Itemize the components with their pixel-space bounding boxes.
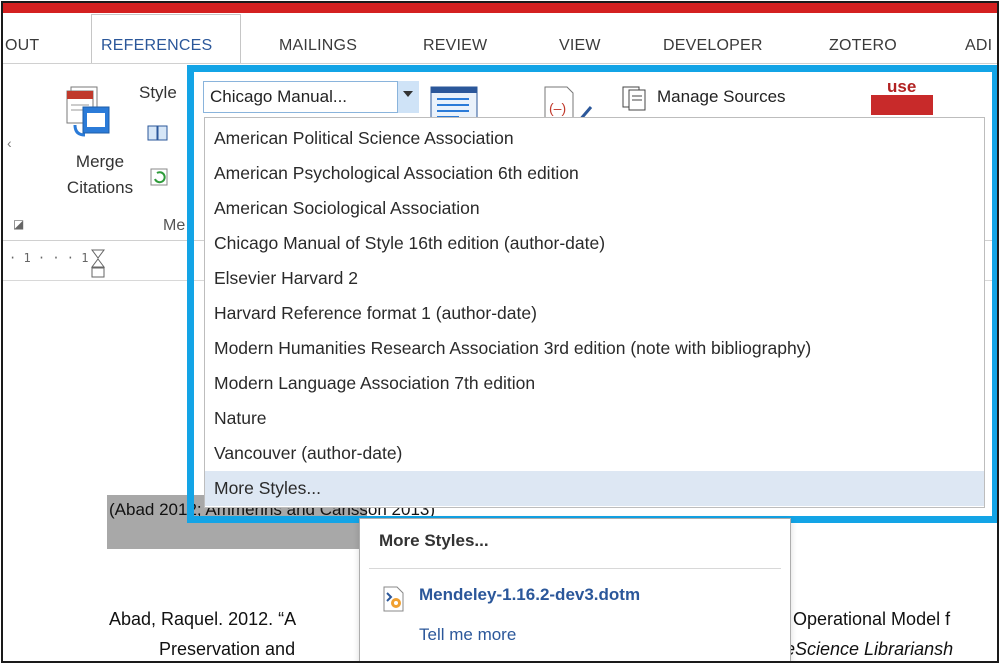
merge-label-line2: Citations: [66, 178, 134, 197]
bibliography-line-1-end: Operational Model f: [793, 609, 951, 629]
tab-developer[interactable]: DEVELOPER: [663, 37, 763, 55]
tab-view[interactable]: VIEW: [559, 37, 601, 55]
macro-file-icon: [383, 586, 404, 612]
tab-review[interactable]: REVIEW: [423, 37, 487, 55]
indent-marker-icon[interactable]: [91, 249, 105, 279]
tell-me-more-link[interactable]: Tell me more: [419, 625, 516, 645]
merge-citations-button[interactable]: Merge Citations: [55, 149, 145, 201]
bibliography-line-2: Preservation and: [159, 639, 296, 659]
ribbon-tab-bar: OUT REFERENCES MAILINGS REVIEW VIEW DEVE…: [3, 13, 997, 63]
tab-zotero[interactable]: ZOTERO: [829, 37, 897, 55]
refresh-icon[interactable]: [149, 167, 171, 187]
active-tab-border-right: [240, 14, 241, 64]
active-tab-border-left: [91, 14, 92, 64]
merge-label-line1: Merge: [75, 152, 125, 171]
word-window: OUT REFERENCES MAILINGS REVIEW VIEW DEVE…: [1, 1, 999, 663]
bibliography-line-1: Abad, Raquel. 2012. “A: [109, 609, 297, 629]
dialog-launcher-icon[interactable]: ◪: [13, 217, 24, 231]
insert-citation-icon[interactable]: [147, 123, 169, 143]
tab-layout[interactable]: OUT: [5, 37, 39, 55]
tooltip-divider: [369, 568, 781, 569]
ribbon-group-label: Me: [163, 217, 186, 234]
ribbon-scroll-chevron-icon[interactable]: ‹: [7, 135, 12, 151]
merge-citations-icon[interactable]: [63, 85, 113, 141]
template-file-link[interactable]: Mendeley-1.16.2-dev3.dotm: [419, 585, 640, 605]
ruler-ticks: · 1 · · · 1: [9, 251, 89, 265]
bibliography-line-2-end: eScience Librariansh: [785, 639, 954, 659]
tab-mailings[interactable]: MAILINGS: [279, 37, 357, 55]
tab-addins[interactable]: ADI: [965, 37, 992, 55]
highlight-annotation-box: [187, 65, 997, 523]
title-bar-strip: [3, 3, 997, 13]
style-label: Style: [139, 83, 177, 102]
tooltip-title: More Styles...: [379, 531, 489, 550]
active-tab-border-top: [91, 14, 241, 15]
tab-references[interactable]: REFERENCES: [101, 37, 212, 55]
